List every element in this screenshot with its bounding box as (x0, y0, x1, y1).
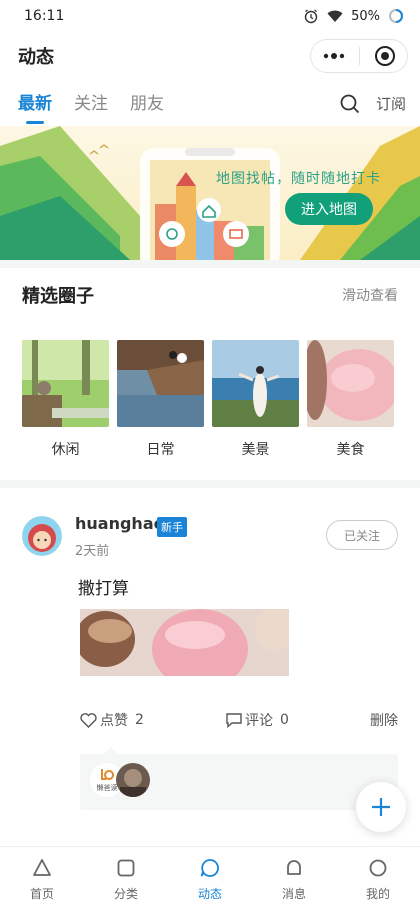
comment-button[interactable]: 评论 0 (226, 710, 289, 730)
tabbar-feed[interactable]: 动态 (168, 847, 252, 910)
feed-tabs: 最新 关注 朋友 订阅 (0, 80, 420, 124)
circle-label: 美景 (241, 442, 270, 458)
target-close-icon (374, 46, 395, 66)
comment-label: 评论 (245, 713, 273, 729)
battery-charging-icon (389, 9, 403, 23)
tabbar-home[interactable]: 首页 (0, 847, 84, 910)
featured-circles: 休闲 日常 美景 美食 (22, 340, 394, 459)
tabbar-label: 消息 (281, 887, 306, 901)
like-label: 点赞 (100, 713, 128, 729)
post-username[interactable]: huanghao (75, 514, 165, 533)
capsule-divider (358, 47, 360, 65)
title-bar: 动态 (0, 32, 420, 80)
circle-profile-icon (369, 859, 387, 877)
comment-icon (226, 712, 242, 728)
circle-label: 日常 (146, 442, 175, 458)
tab-friends[interactable]: 朋友 (130, 89, 164, 124)
newbie-badge: 新手 (157, 517, 187, 537)
battery-level: 50% (351, 8, 380, 24)
follow-button[interactable]: 已关注 (326, 520, 398, 550)
alarm-icon (304, 9, 318, 24)
status-icons: 50% (303, 8, 404, 24)
circle-scenery[interactable]: 美景 (212, 340, 299, 459)
post-text: 撒打算 (78, 579, 129, 599)
tabbar-label: 首页 (29, 887, 54, 901)
post-image[interactable] (80, 609, 289, 676)
tabbar-label: 分类 (113, 887, 138, 901)
delete-button[interactable]: 删除 (370, 710, 398, 730)
circle-label: 休闲 (51, 442, 80, 458)
featured-swipe-hint: 滑动查看 (342, 288, 398, 304)
liker-list: 懒爸读 (80, 747, 398, 810)
map-banner[interactable]: 地图找帖，随时随地打卡 进入地图 (0, 126, 420, 260)
tabbar-category[interactable]: 分类 (84, 847, 168, 910)
circle-label: 美食 (336, 442, 365, 458)
divider-band (0, 480, 420, 488)
featured-header: 精选圈子 滑动查看 (22, 282, 398, 308)
like-button[interactable]: 点赞 2 (80, 710, 144, 730)
more-menu-button[interactable] (314, 41, 354, 71)
tab-following[interactable]: 关注 (74, 89, 108, 124)
circle-food[interactable]: 美食 (307, 340, 394, 459)
circle-leisure-image (22, 340, 109, 427)
featured-title: 精选圈子 (22, 286, 94, 307)
search-icon[interactable] (340, 94, 360, 114)
page-title: 动态 (18, 47, 54, 68)
more-dots-icon (323, 53, 344, 59)
circle-daily[interactable]: 日常 (117, 340, 204, 459)
liker-avatar[interactable] (116, 763, 150, 797)
status-bar: 16:11 50% (0, 0, 420, 32)
enter-map-button[interactable]: 进入地图 (285, 193, 373, 225)
square-category-icon (117, 859, 135, 877)
banner-tagline: 地图找帖，随时随地打卡 (216, 171, 381, 187)
wifi-icon (327, 10, 343, 22)
circle-scenery-image (212, 340, 299, 427)
subscribe-link[interactable]: 订阅 (376, 93, 406, 114)
like-count: 2 (135, 712, 144, 728)
circle-leisure[interactable]: 休闲 (22, 340, 109, 459)
tabbar-messages[interactable]: 消息 (252, 847, 336, 910)
close-miniprogram-button[interactable] (365, 41, 405, 71)
heart-icon (80, 712, 97, 728)
bell-message-icon (287, 860, 301, 875)
add-post-button[interactable] (356, 782, 406, 832)
avatar[interactable] (22, 516, 62, 556)
miniprogram-capsule (310, 39, 408, 73)
tabbar-label: 动态 (197, 887, 222, 901)
tabs-right: 订阅 (340, 93, 406, 114)
post-time: 2天前 (75, 544, 110, 559)
tabbar-profile[interactable]: 我的 (336, 847, 420, 910)
comment-count: 0 (280, 712, 289, 728)
divider-band (0, 260, 420, 268)
tab-latest[interactable]: 最新 (18, 89, 52, 124)
triangle-home-icon (33, 859, 51, 876)
tabbar-label: 我的 (365, 887, 390, 901)
status-time: 16:11 (24, 8, 65, 24)
circle-daily-image (117, 340, 204, 427)
bottom-tab-bar: 首页 分类 动态 消息 我的 (0, 846, 420, 910)
bubble-feed-icon (200, 859, 219, 877)
plus-icon (372, 798, 390, 816)
circle-food-image (307, 340, 394, 427)
